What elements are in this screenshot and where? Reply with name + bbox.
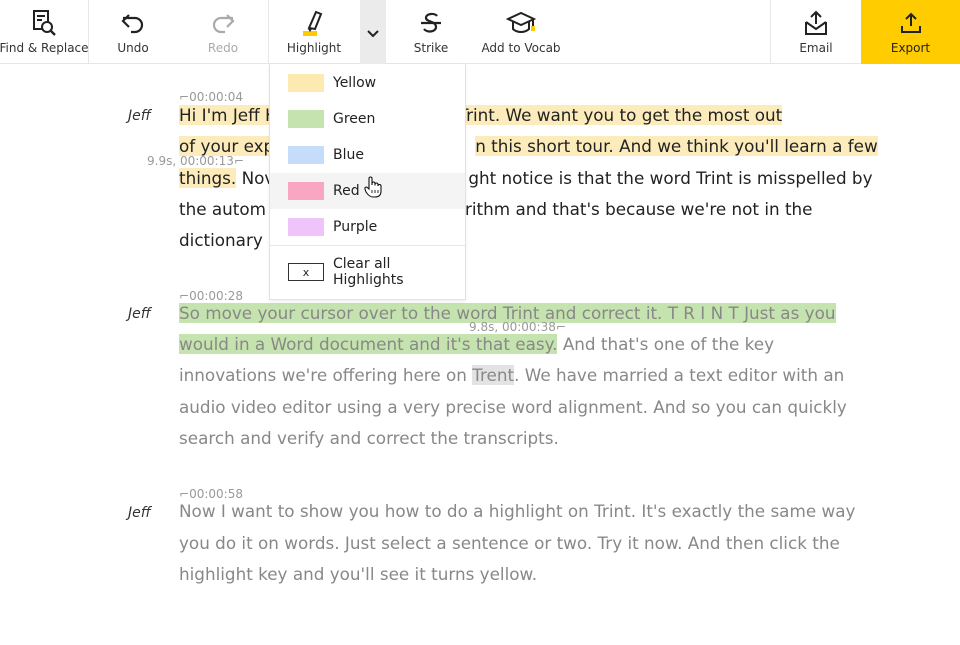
highlight-pen-icon (299, 8, 329, 38)
text-segment: highlight key and you'll see it turns ye… (179, 564, 538, 584)
text-segment: dictionary (179, 230, 263, 250)
green-swatch (288, 110, 324, 128)
text-segment: n this short tour. And we think you'll l… (475, 136, 878, 156)
highlight-option-purple[interactable]: Purple (270, 209, 465, 245)
strike-label: Strike (413, 41, 449, 55)
text-segment: of your exp (179, 136, 275, 156)
transcript-line[interactable]: would in a Word document and it's that e… (179, 331, 774, 357)
transcript-line[interactable]: you do it on words. Just select a senten… (179, 530, 840, 556)
transcript-line[interactable]: audio video editor using a very precise … (179, 394, 847, 420)
undo-label: Undo (117, 41, 149, 55)
email-icon (801, 8, 831, 38)
transcript-line[interactable]: search and verify and correct the transc… (179, 425, 559, 451)
transcript-line[interactable]: highlight key and you'll see it turns ye… (179, 561, 537, 587)
option-label: Clear all Highlights (333, 256, 404, 288)
option-label: Purple (333, 219, 378, 235)
strikethrough-icon (416, 8, 446, 38)
undo-button[interactable]: Undo (88, 0, 178, 64)
export-icon (896, 8, 926, 38)
option-label: Blue (333, 147, 364, 163)
redo-icon (208, 8, 238, 38)
text-segment: the autom (179, 199, 266, 219)
text-segment: would in a Word document and it's that e… (179, 334, 558, 354)
text-segment: search and verify and correct the transc… (179, 428, 559, 448)
transcript-line[interactable]: innovations we're offering here on Trent… (179, 362, 844, 388)
menu-divider (270, 245, 465, 246)
add-to-vocab-button[interactable]: Add to Vocab (476, 0, 566, 64)
undo-icon (118, 8, 148, 38)
highlight-label: Highlight (286, 41, 342, 55)
strike-button[interactable]: Strike (386, 0, 476, 64)
option-label: Red (333, 183, 360, 199)
option-label: Yellow (333, 75, 377, 91)
yellow-swatch (288, 74, 324, 92)
transcript-line[interactable]: Now I want to show you how to do a highl… (179, 498, 855, 524)
text-segment: Now I want to show you how to do a highl… (179, 501, 856, 521)
find-replace-button[interactable]: Find & Replace (0, 0, 89, 64)
highlight-option-green[interactable]: Green (270, 101, 465, 137)
export-label: Export (890, 41, 931, 55)
highlight-option-yellow[interactable]: Yellow (270, 65, 465, 101)
toolbar: Find & Replace Undo Redo Highlight Strik… (0, 0, 960, 64)
purple-swatch (288, 218, 324, 236)
text-segment: audio video editor using a very precise … (179, 397, 847, 417)
hand-pointer-cursor-icon (364, 176, 382, 202)
email-label: Email (799, 41, 833, 55)
redo-button[interactable]: Redo (178, 0, 268, 64)
text-segment: . We have married a text editor with an (514, 365, 845, 385)
highlight-option-blue[interactable]: Blue (270, 137, 465, 173)
misspelled-word[interactable]: Trent (472, 365, 515, 385)
option-label: Green (333, 111, 376, 127)
clear-x-icon: x (288, 263, 324, 281)
chevron-down-icon (367, 23, 379, 42)
text-segment: rithm and that's because we're not in th… (465, 199, 813, 219)
highlight-dropdown-toggle[interactable] (360, 0, 386, 64)
speaker-name[interactable]: Jeff (128, 306, 151, 322)
transcript-line[interactable]: dictionary (179, 227, 263, 253)
blue-swatch (288, 146, 324, 164)
graduation-cap-icon (506, 8, 536, 38)
text-segment: And that's one of the key (557, 334, 775, 354)
text-segment: you do it on words. Just select a senten… (179, 533, 840, 553)
red-swatch (288, 182, 324, 200)
highlight-button[interactable]: Highlight (268, 0, 360, 64)
text-segment: things. (179, 168, 237, 188)
export-button[interactable]: Export (861, 0, 960, 64)
clear-all-highlights-option[interactable]: x Clear all Highlights (270, 254, 465, 290)
text-segment: Hi I'm Jeff K (179, 105, 277, 125)
find-replace-label: Find & Replace (0, 41, 89, 55)
email-button[interactable]: Email (771, 0, 861, 64)
add-to-vocab-label: Add to Vocab (481, 41, 561, 55)
redo-label: Redo (207, 41, 239, 55)
text-segment: ght notice is that the word Trint is mis… (468, 168, 873, 188)
find-replace-icon (29, 8, 59, 38)
speaker-name[interactable]: Jeff (128, 108, 151, 124)
speaker-name[interactable]: Jeff (128, 505, 151, 521)
text-segment: innovations we're offering here on (179, 365, 473, 385)
